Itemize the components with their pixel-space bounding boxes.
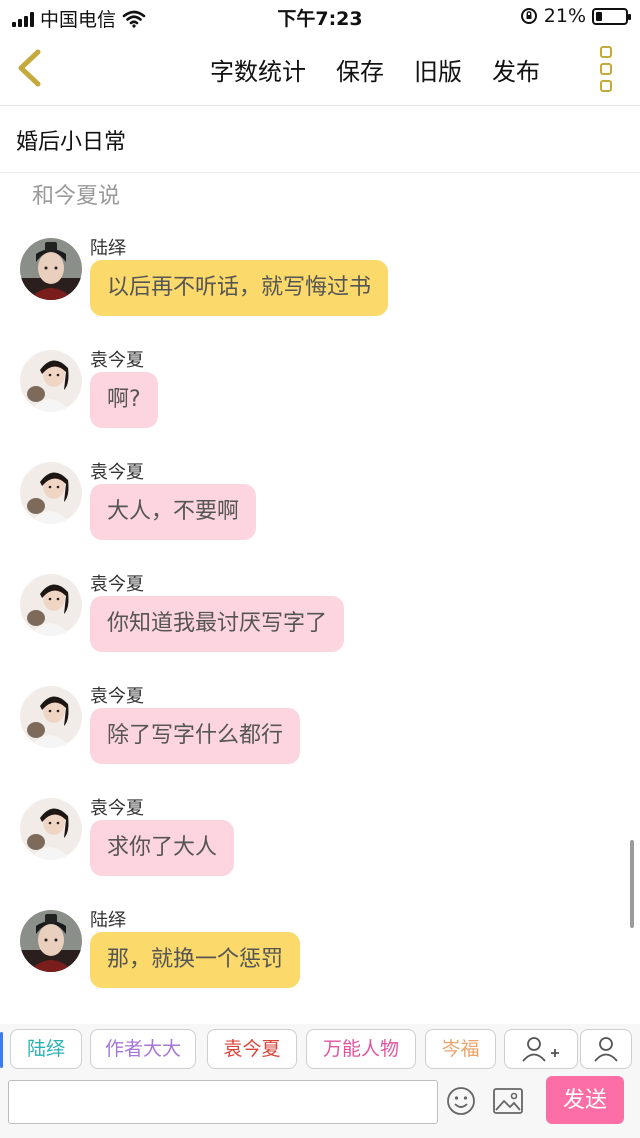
message-row: 袁今夏 求你了大人 [20,794,620,884]
avatar[interactable] [20,238,82,300]
message-bubble[interactable]: 除了写字什么都行 [90,708,301,764]
message-bubble[interactable]: 以后再不听话，就写悔过书 [90,260,389,316]
message-bubble[interactable]: 啊? [90,372,158,428]
add-character-icon [522,1037,559,1062]
nav-actions: 字数统计 保存 旧版 发布 [210,52,540,87]
character-chip[interactable]: 陆绎 [10,1029,82,1069]
message-row: 袁今夏 啊? [20,346,620,436]
sender-name: 袁今夏 [90,798,144,819]
status-bar: 中国电信 下午7:23 21% [0,0,640,32]
message-row: 袁今夏 你知道我最讨厌写字了 [20,570,620,660]
chevron-left-icon[interactable] [12,46,48,90]
document-title[interactable]: 婚后小日常 [16,124,126,156]
character-chip[interactable]: 万能人物 [306,1029,416,1069]
status-right: 21% [520,5,631,27]
narration-text: 和今夏说 [32,184,121,209]
message-row: 袁今夏 大人，不要啊 [20,458,620,548]
sender-name: 袁今夏 [90,462,144,483]
character-icon [594,1037,618,1062]
scroll-edge-indicator [0,1032,3,1068]
avatar[interactable] [20,574,82,636]
more-vertical-icon[interactable] [600,46,616,92]
sender-name: 袁今夏 [90,686,144,707]
avatar[interactable] [20,462,82,524]
divider [0,172,640,173]
message-row: 陆绎 以后再不听话，就写悔过书 [20,234,620,324]
avatar[interactable] [20,910,82,972]
old-version-button[interactable]: 旧版 [414,52,462,87]
publish-button[interactable]: 发布 [492,52,540,87]
avatar[interactable] [20,350,82,412]
message-row: 陆绎 那，就换一个惩罚 [20,906,620,996]
character-chip[interactable]: 袁今夏 [207,1029,297,1069]
send-button[interactable]: 发送 [546,1076,624,1124]
character-bar: 陆绎 作者大大 袁今夏 万能人物 岑福 [0,1024,640,1072]
scroll-indicator[interactable] [630,840,634,928]
character-chip[interactable]: 作者大大 [90,1029,196,1069]
word-count-button[interactable]: 字数统计 [210,52,306,87]
message-row: 袁今夏 除了写字什么都行 [20,682,620,772]
emoji-icon[interactable] [446,1086,476,1116]
message-input[interactable] [8,1080,438,1124]
top-nav-bar: 字数统计 保存 旧版 发布 [0,32,640,106]
message-bubble[interactable]: 求你了大人 [90,820,235,876]
sender-name: 袁今夏 [90,350,144,371]
message-bubble[interactable]: 你知道我最讨厌写字了 [90,596,345,652]
character-chip[interactable]: 岑福 [425,1029,496,1069]
add-character-button[interactable] [504,1029,578,1069]
image-icon[interactable] [492,1086,524,1116]
avatar[interactable] [20,798,82,860]
message-bubble[interactable]: 大人，不要啊 [90,484,257,540]
input-row: 发送 [0,1072,640,1138]
avatar[interactable] [20,686,82,748]
character-button[interactable] [580,1029,632,1069]
sender-name: 陆绎 [90,910,126,931]
battery-percent: 21% [543,5,586,27]
save-button[interactable]: 保存 [336,52,384,87]
message-bubble[interactable]: 那，就换一个惩罚 [90,932,301,988]
app-screen: 中国电信 下午7:23 21% 字数统计 保存 旧版 发布 婚后小日常 和今夏说… [0,0,640,1138]
sender-name: 陆绎 [90,238,126,259]
orientation-lock-icon [520,8,537,24]
sender-name: 袁今夏 [90,574,144,595]
battery-icon [592,7,631,25]
